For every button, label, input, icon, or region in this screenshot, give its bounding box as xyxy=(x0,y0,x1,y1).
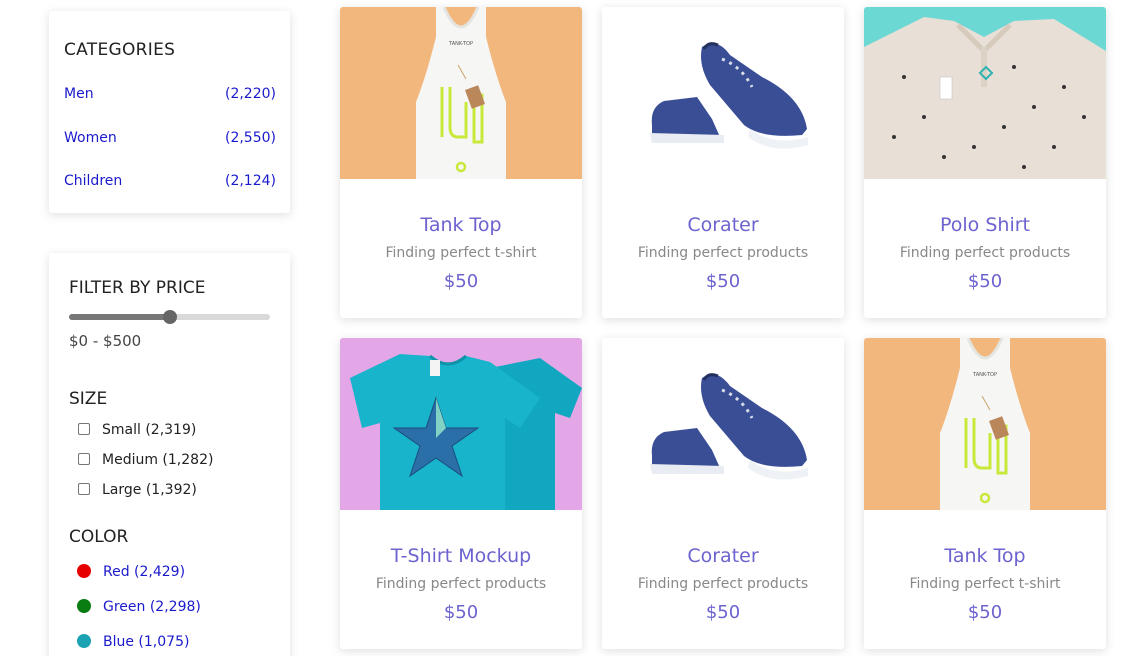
product-card[interactable]: TANK-TOP Tank Top Finding perfect t-shir… xyxy=(864,338,1106,649)
size-option-large[interactable]: Large (1,392) xyxy=(78,482,197,498)
svg-text:TANK-TOP: TANK-TOP xyxy=(972,372,997,378)
color-filter-title: COLOR xyxy=(69,527,129,547)
product-description: Finding perfect products xyxy=(899,245,1071,261)
color-swatch xyxy=(77,564,91,578)
checkbox[interactable] xyxy=(78,453,90,465)
category-women[interactable]: Women (2,550) xyxy=(64,130,276,146)
category-children[interactable]: Children (2,124) xyxy=(64,173,276,189)
color-option-red[interactable]: Red (2,429) xyxy=(77,564,185,580)
product-name[interactable]: Tank Top xyxy=(864,545,1106,567)
color-option-green[interactable]: Green (2,298) xyxy=(77,599,201,615)
product-image[interactable] xyxy=(602,7,844,179)
price-slider-fill xyxy=(69,314,170,320)
size-option-label: Large (1,392) xyxy=(102,482,197,498)
product-description: Finding perfect t-shirt xyxy=(909,576,1061,592)
price-slider[interactable] xyxy=(69,310,270,324)
size-option-medium[interactable]: Medium (1,282) xyxy=(78,452,213,468)
svg-text:TANK-TOP: TANK-TOP xyxy=(448,41,473,47)
color-option-label[interactable]: Blue (1,075) xyxy=(103,634,189,650)
size-option-label: Medium (1,282) xyxy=(102,452,214,468)
color-option-blue[interactable]: Blue (1,075) xyxy=(77,634,189,650)
filters-panel: FILTER BY PRICE $0 - $500 SIZE Small (2,… xyxy=(49,253,290,656)
product-card[interactable]: TANK-TOP Tank Top Finding perfect t-shir… xyxy=(340,7,582,318)
size-filter-title: SIZE xyxy=(69,389,108,409)
color-swatch xyxy=(77,634,91,648)
category-count: (2,124) xyxy=(224,173,276,189)
product-description: Finding perfect t-shirt xyxy=(385,245,537,261)
checkbox[interactable] xyxy=(78,483,90,495)
product-card[interactable]: Corater Finding perfect products $50 xyxy=(602,338,844,649)
product-image[interactable] xyxy=(602,338,844,510)
size-option-small[interactable]: Small (2,319) xyxy=(78,422,196,438)
category-label[interactable]: Men xyxy=(64,86,94,102)
product-price: $50 xyxy=(967,602,1003,623)
product-price: $50 xyxy=(705,271,741,292)
product-image[interactable] xyxy=(340,338,582,510)
product-description: Finding perfect products xyxy=(375,576,547,592)
product-price: $50 xyxy=(443,602,479,623)
product-card[interactable]: T-Shirt Mockup Finding perfect products … xyxy=(340,338,582,649)
product-name[interactable]: Polo Shirt xyxy=(864,214,1106,236)
product-image[interactable] xyxy=(864,7,1106,179)
price-range-label: $0 - $500 xyxy=(69,332,142,350)
color-swatch xyxy=(77,599,91,613)
categories-panel: CATEGORIES Men (2,220) Women (2,550) Chi… xyxy=(49,11,290,213)
product-price: $50 xyxy=(705,602,741,623)
category-label[interactable]: Women xyxy=(64,130,117,146)
product-name[interactable]: Corater xyxy=(602,545,844,567)
product-card[interactable]: Corater Finding perfect products $50 xyxy=(602,7,844,318)
product-name[interactable]: Tank Top xyxy=(340,214,582,236)
product-description: Finding perfect products xyxy=(637,576,809,592)
category-count: (2,550) xyxy=(224,130,276,146)
product-name[interactable]: Corater xyxy=(602,214,844,236)
checkbox[interactable] xyxy=(78,423,90,435)
product-name[interactable]: T-Shirt Mockup xyxy=(340,545,582,567)
category-men[interactable]: Men (2,220) xyxy=(64,86,276,102)
categories-title: CATEGORIES xyxy=(64,40,176,60)
category-label[interactable]: Children xyxy=(64,173,122,189)
color-option-label[interactable]: Green (2,298) xyxy=(103,599,201,615)
price-slider-handle[interactable] xyxy=(162,310,177,324)
product-image[interactable]: TANK-TOP xyxy=(340,7,582,179)
product-price: $50 xyxy=(443,271,479,292)
product-price: $50 xyxy=(967,271,1003,292)
product-image[interactable]: TANK-TOP xyxy=(864,338,1106,510)
product-description: Finding perfect products xyxy=(637,245,809,261)
price-filter-title: FILTER BY PRICE xyxy=(69,278,206,298)
color-option-label[interactable]: Red (2,429) xyxy=(103,564,185,580)
category-count: (2,220) xyxy=(224,86,276,102)
size-option-label: Small (2,319) xyxy=(102,422,197,438)
product-card[interactable]: Polo Shirt Finding perfect products $50 xyxy=(864,7,1106,318)
